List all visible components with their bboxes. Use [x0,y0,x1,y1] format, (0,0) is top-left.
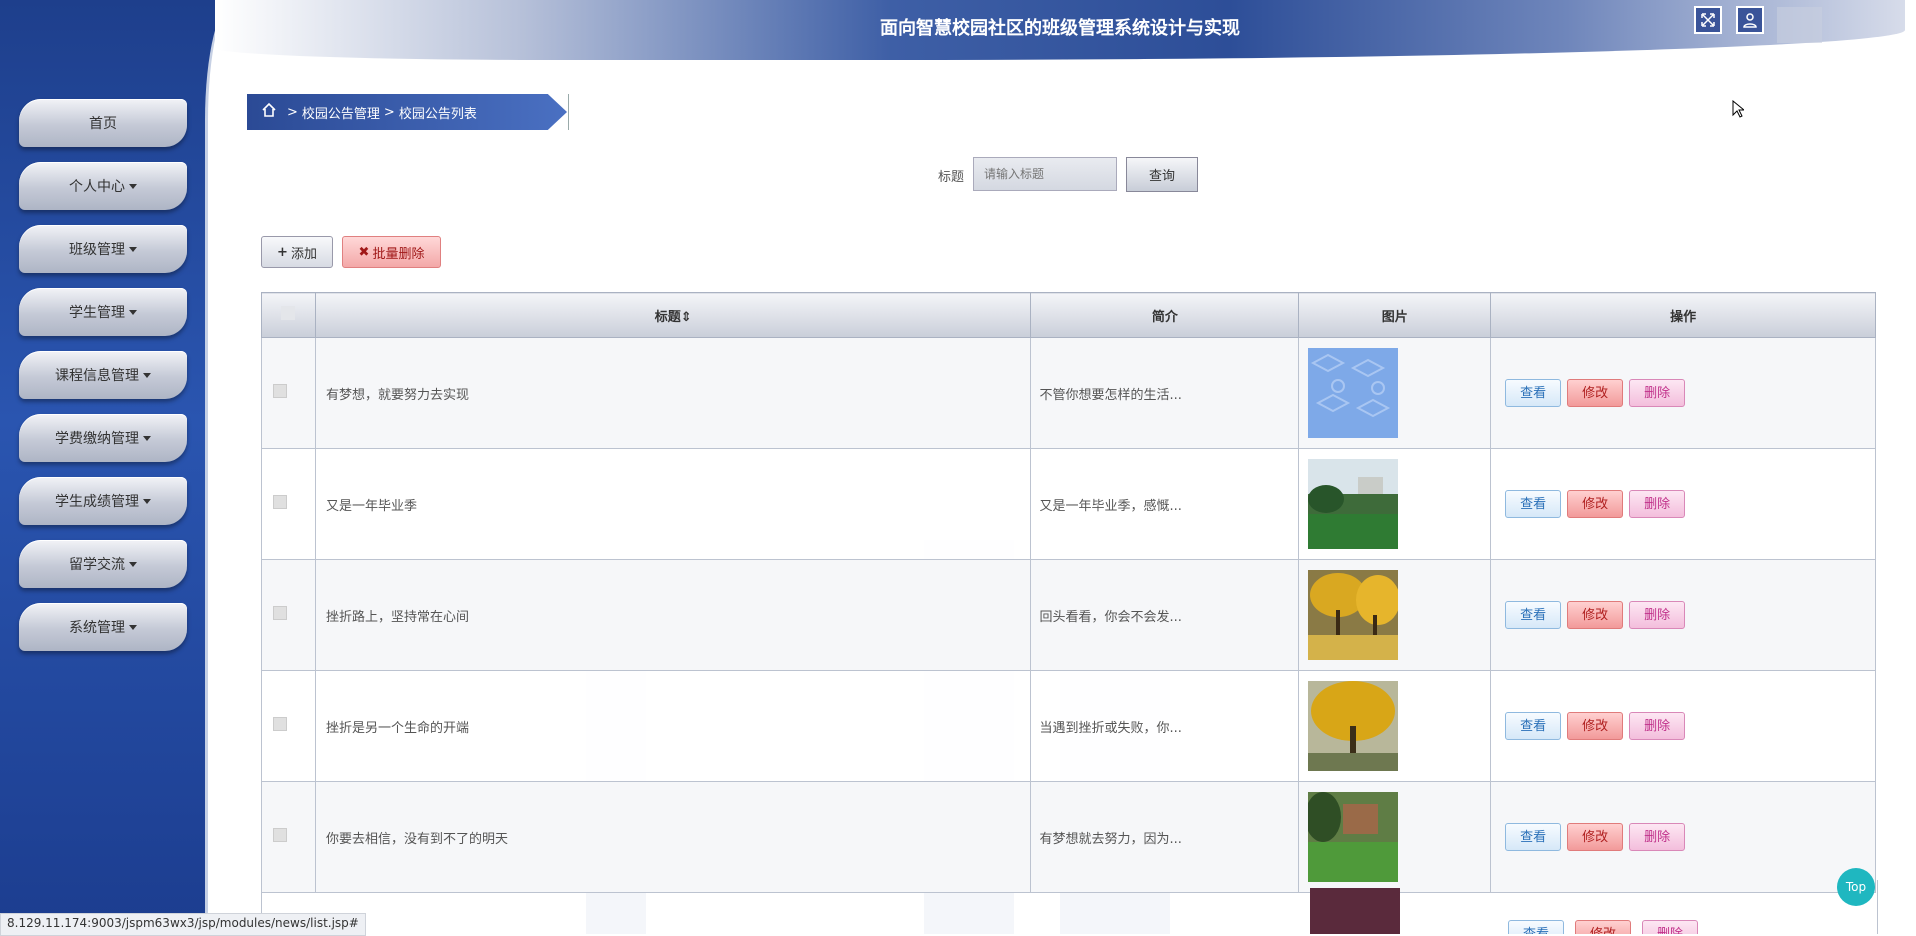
search-button[interactable]: 查询 [1126,157,1198,192]
column-header-title[interactable]: 标题⇕ [314,292,1032,338]
column-header-intro: 简介 [1030,292,1300,338]
fullscreen-icon[interactable] [1694,6,1722,34]
sort-icon[interactable]: ⇕ [681,310,692,325]
row-image [1308,792,1399,882]
sidebar-item-home[interactable]: 首页 [19,99,187,147]
delete-button[interactable]: 删除 [1642,920,1698,934]
row-image [1308,570,1399,660]
select-all-header[interactable] [261,292,316,338]
caret-down-icon [129,309,137,315]
row-title: 有梦想，就要努力去实现 [314,337,1032,449]
add-button[interactable]: + 添加 [261,236,333,268]
sidebar-item-class-management[interactable]: 班级管理 [19,225,187,273]
status-bar-url: 8.129.11.174:9003/jspm63wx3/jsp/modules/… [0,913,366,936]
delete-button[interactable]: 删除 [1629,712,1686,740]
header: 面向智慧校园社区的班级管理系统设计与实现 [215,0,1905,60]
row-image [1308,681,1399,771]
column-header-ops: 操作 [1490,292,1876,338]
sidebar: 首页 个人中心 班级管理 学生管理 课程信息管理 学费缴纳管理 学生成绩管理 留… [0,0,215,934]
search-input[interactable] [973,157,1117,191]
row-intro: 又是一年毕业季，感慨... [1030,448,1300,560]
caret-down-icon [143,498,151,504]
edit-button[interactable]: 修改 [1567,379,1624,407]
back-to-top-button[interactable]: Top [1837,868,1875,906]
row-checkbox[interactable] [273,828,287,842]
table-row-partial: 查看 修改 删除 [261,880,1878,934]
divider [568,94,569,130]
column-header-image: 图片 [1298,292,1492,338]
delete-button[interactable]: 删除 [1629,823,1686,851]
table-row: 挫折是另一个生命的开端 当遇到挫折或失败，你... 查看 修改 删除 [261,670,1876,782]
select-all-checkbox[interactable] [281,306,296,320]
plus-icon: + [277,244,288,260]
caret-down-icon [129,246,137,252]
avatar [1777,7,1822,43]
caret-down-icon [143,372,151,378]
edit-button[interactable]: 修改 [1567,712,1624,740]
caret-down-icon [129,624,137,630]
caret-down-icon [129,183,137,189]
edit-button[interactable]: 修改 [1567,601,1624,629]
row-image [1310,888,1400,934]
sidebar-item-student-management[interactable]: 学生管理 [19,288,187,336]
search-label: 标题 [938,170,965,185]
breadcrumb-level1[interactable]: 校园公告管理 [302,103,380,122]
sidebar-item-personal-center[interactable]: 个人中心 [19,162,187,210]
row-image [1308,459,1399,549]
sidebar-item-grades[interactable]: 学生成绩管理 [19,477,187,525]
breadcrumb-level2: 校园公告列表 [398,106,477,122]
close-icon: ✖ [358,244,370,260]
sidebar-item-system-management[interactable]: 系统管理 [19,603,187,651]
row-title: 又是一年毕业季 [314,448,1032,560]
row-intro: 当遇到挫折或失败，你... [1030,670,1300,782]
caret-down-icon [143,435,151,441]
row-intro: 有梦想就去努力，因为... [1030,781,1300,893]
table-row: 有梦想，就要努力去实现 不管你想要怎样的生活... 查看 修改 删除 [261,337,1876,449]
user-icon[interactable] [1736,6,1764,34]
caret-down-icon [129,561,137,567]
table-row: 你要去相信，没有到不了的明天 有梦想就去努力，因为... 查看 修改 删除 [261,781,1876,893]
row-title: 挫折路上，坚持常在心间 [314,559,1032,671]
edit-button[interactable]: 修改 [1567,490,1624,518]
row-title: 挫折是另一个生命的开端 [314,670,1032,782]
news-table: 标题⇕ 简介 图片 操作 有梦想，就要努力去实现 不管你想要怎样的生活... 查… [261,292,1876,893]
row-intro: 不管你想要怎样的生活... [1030,337,1300,449]
view-button[interactable]: 查看 [1505,379,1562,407]
delete-button[interactable]: 删除 [1629,490,1686,518]
view-button[interactable]: 查看 [1505,601,1562,629]
table-row: 挫折路上，坚持常在心间 回头看看，你会不会发... 查看 修改 删除 [261,559,1876,671]
batch-delete-button[interactable]: ✖ 批量删除 [342,236,441,268]
view-button[interactable]: 查看 [1505,712,1562,740]
row-checkbox[interactable] [273,495,287,509]
row-image [1308,348,1399,438]
view-button[interactable]: 查看 [1505,823,1562,851]
row-title: 你要去相信，没有到不了的明天 [314,781,1032,893]
sidebar-item-study-abroad[interactable]: 留学交流 [19,540,187,588]
cursor-icon [1732,100,1744,118]
row-intro: 回头看看，你会不会发... [1030,559,1300,671]
table-row: 又是一年毕业季 又是一年毕业季，感慨... 查看 修改 删除 [261,448,1876,560]
sidebar-item-course-info[interactable]: 课程信息管理 [19,351,187,399]
row-checkbox[interactable] [273,717,287,731]
delete-button[interactable]: 删除 [1629,601,1686,629]
edit-button[interactable]: 修改 [1567,823,1624,851]
page-title: 面向智慧校园社区的班级管理系统设计与实现 [880,18,1240,39]
view-button[interactable]: 查看 [1508,920,1564,934]
breadcrumb: > 校园公告管理 > 校园公告列表 [247,94,567,130]
row-checkbox[interactable] [273,606,287,620]
sidebar-divider [205,0,238,934]
home-icon[interactable] [261,102,277,122]
row-checkbox[interactable] [273,384,287,398]
view-button[interactable]: 查看 [1505,490,1562,518]
delete-button[interactable]: 删除 [1629,379,1686,407]
sidebar-item-tuition[interactable]: 学费缴纳管理 [19,414,187,462]
edit-button[interactable]: 修改 [1575,920,1631,934]
